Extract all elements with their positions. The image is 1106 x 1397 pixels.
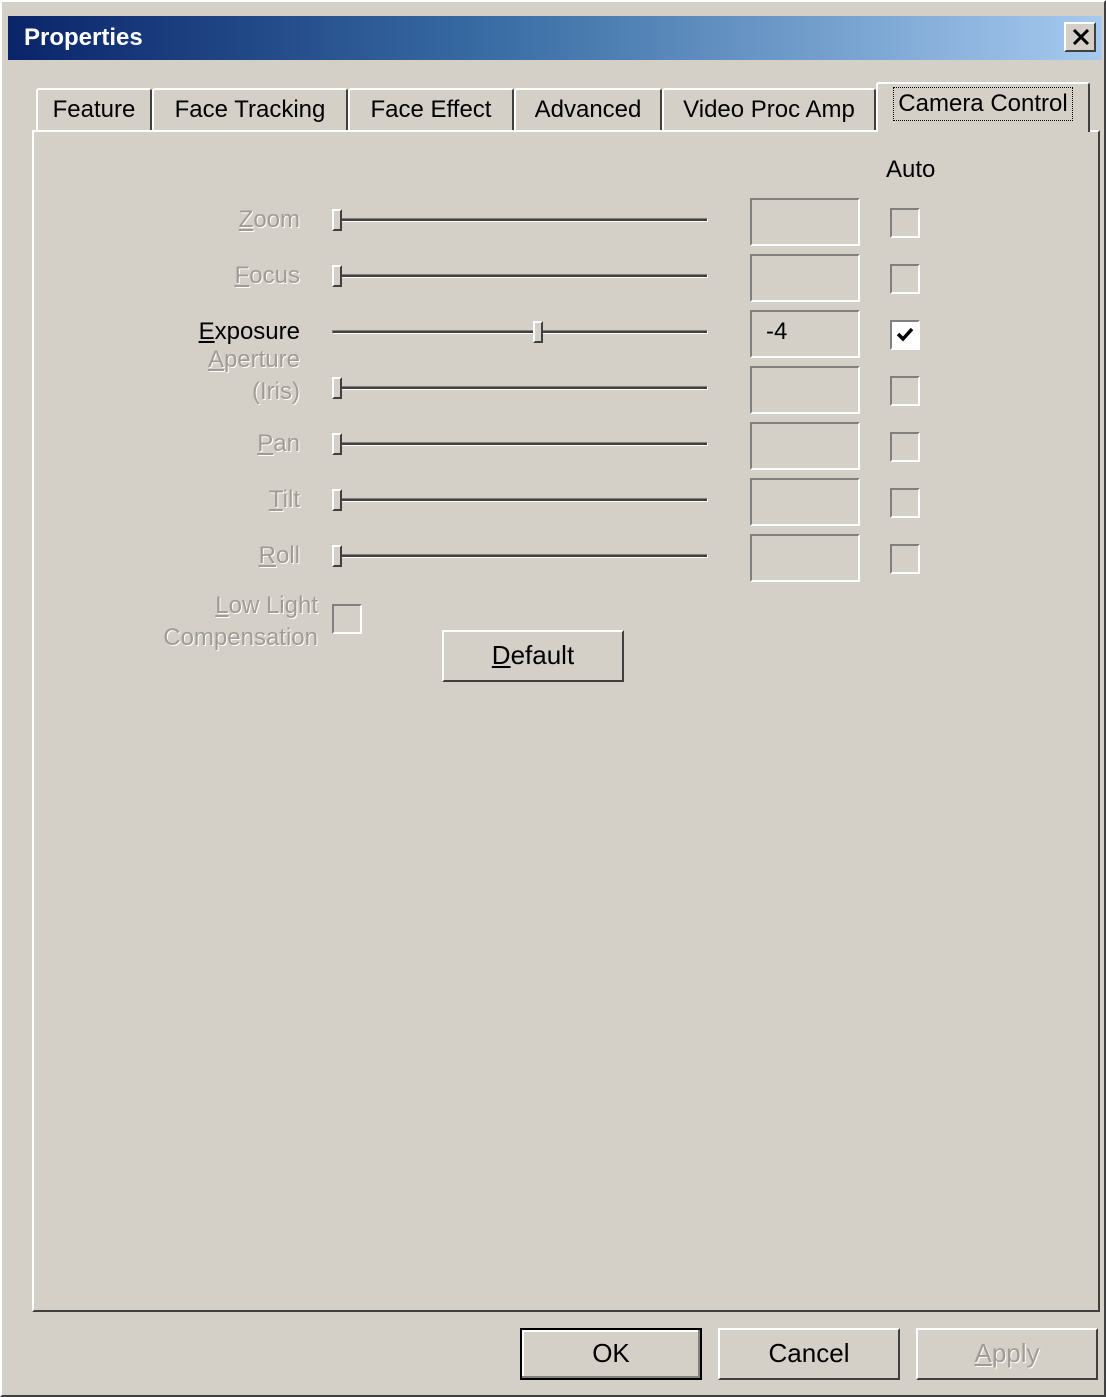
- pan-slider-thumb[interactable]: [332, 433, 342, 455]
- zoom-auto-checkbox[interactable]: [890, 208, 920, 238]
- apply-button-rest: pply: [991, 1338, 1040, 1368]
- focus-label-rest: ocus: [249, 262, 300, 289]
- tab-label: Video Proc Amp: [683, 96, 855, 123]
- apply-button[interactable]: Apply: [916, 1328, 1098, 1380]
- tab-advanced[interactable]: Advanced: [514, 88, 662, 132]
- pan-label-rest: an: [273, 430, 300, 457]
- low-light-label-line2: Compensation: [163, 624, 318, 651]
- tilt-auto-checkbox[interactable]: [890, 488, 920, 518]
- exposure-value-field[interactable]: -4: [750, 310, 860, 358]
- focus-label-accel: F: [234, 262, 250, 289]
- aperture-slider[interactable]: [332, 376, 708, 400]
- cancel-button-label: Cancel: [768, 1338, 850, 1368]
- roll-slider[interactable]: [332, 544, 708, 568]
- low-light-label: Low Light Compensation: [112, 590, 318, 654]
- roll-label-rest: oll: [275, 542, 300, 569]
- aperture-label-rest: perture: [223, 346, 300, 373]
- tilt-label: Tilt: [102, 484, 300, 516]
- tilt-slider-thumb[interactable]: [332, 489, 342, 511]
- zoom-label-accel: Z: [238, 206, 254, 233]
- tilt-value-field[interactable]: [750, 478, 860, 526]
- roll-label-accel: R: [258, 542, 276, 569]
- tab-label: Feature: [52, 96, 136, 123]
- roll-auto-checkbox[interactable]: [890, 544, 920, 574]
- pan-slider-track: [332, 442, 708, 446]
- close-icon: [1072, 29, 1090, 45]
- tab-video-proc-amp[interactable]: Video Proc Amp: [662, 88, 876, 132]
- focus-label: Focus: [102, 260, 300, 292]
- tab-face-effect[interactable]: Face Effect: [348, 88, 514, 132]
- zoom-slider-thumb[interactable]: [332, 209, 342, 231]
- tilt-label-rest: ilt: [282, 486, 300, 513]
- roll-value-field[interactable]: [750, 534, 860, 582]
- title-bar[interactable]: Properties: [8, 16, 1102, 60]
- aperture-slider-thumb[interactable]: [332, 377, 342, 399]
- pan-slider[interactable]: [332, 432, 708, 456]
- auto-column-header: Auto: [886, 156, 936, 183]
- checkmark-icon: [896, 327, 914, 342]
- zoom-label-rest: oom: [253, 206, 300, 233]
- tab-label: Advanced: [534, 96, 642, 123]
- ok-button-label: OK: [592, 1338, 630, 1368]
- tab-label: Face Effect: [370, 96, 492, 123]
- exposure-slider[interactable]: [332, 320, 708, 344]
- focus-slider[interactable]: [332, 264, 708, 288]
- tab-camera-control[interactable]: Camera Control: [876, 82, 1090, 132]
- exposure-auto-checkbox[interactable]: [890, 320, 920, 350]
- tilt-slider[interactable]: [332, 488, 708, 512]
- ok-button[interactable]: OK: [520, 1328, 702, 1380]
- apply-button-accel: A: [974, 1338, 992, 1368]
- aperture-label-line2: (Iris): [252, 378, 300, 405]
- low-light-label-rest: ow Light: [228, 592, 318, 619]
- properties-dialog: Properties Feature Face Tracking Face Ef…: [0, 0, 1106, 1397]
- tab-label: Face Tracking: [174, 96, 326, 123]
- tab-feature[interactable]: Feature: [36, 88, 152, 132]
- focus-auto-checkbox[interactable]: [890, 264, 920, 294]
- roll-label: Roll: [102, 540, 300, 572]
- tab-panel-camera-control: [32, 130, 1100, 1312]
- cancel-button[interactable]: Cancel: [718, 1328, 900, 1380]
- pan-value-field[interactable]: [750, 422, 860, 470]
- tab-face-tracking[interactable]: Face Tracking: [152, 88, 348, 132]
- focus-slider-track: [332, 274, 708, 278]
- exposure-slider-track: [332, 330, 708, 334]
- roll-slider-track: [332, 554, 708, 558]
- roll-slider-thumb[interactable]: [332, 545, 342, 567]
- aperture-auto-checkbox[interactable]: [890, 376, 920, 406]
- zoom-value-field[interactable]: [750, 198, 860, 246]
- exposure-label-rest: xposure: [214, 318, 300, 345]
- aperture-value-field[interactable]: [750, 366, 860, 414]
- focus-value-field[interactable]: [750, 254, 860, 302]
- tilt-label-accel: T: [268, 486, 283, 513]
- low-light-checkbox[interactable]: [332, 604, 362, 634]
- tilt-slider-track: [332, 498, 708, 502]
- zoom-slider-track: [332, 218, 708, 222]
- low-light-label-accel: L: [215, 592, 229, 619]
- window-title: Properties: [24, 24, 143, 51]
- tab-label: Camera Control: [893, 87, 1073, 121]
- aperture-slider-track: [332, 386, 708, 390]
- close-button[interactable]: [1064, 22, 1096, 52]
- exposure-slider-thumb[interactable]: [533, 321, 543, 343]
- default-button[interactable]: Default: [442, 630, 624, 682]
- pan-label: Pan: [102, 428, 300, 460]
- default-button-rest: efault: [510, 640, 575, 670]
- zoom-slider[interactable]: [332, 208, 708, 232]
- pan-label-accel: P: [257, 430, 274, 457]
- aperture-label-accel: A: [207, 346, 224, 373]
- exposure-label-accel: E: [198, 318, 215, 345]
- default-button-accel: D: [491, 640, 511, 670]
- pan-auto-checkbox[interactable]: [890, 432, 920, 462]
- zoom-label: Zoom: [102, 204, 300, 236]
- aperture-label: Aperture (Iris): [102, 344, 300, 408]
- focus-slider-thumb[interactable]: [332, 265, 342, 287]
